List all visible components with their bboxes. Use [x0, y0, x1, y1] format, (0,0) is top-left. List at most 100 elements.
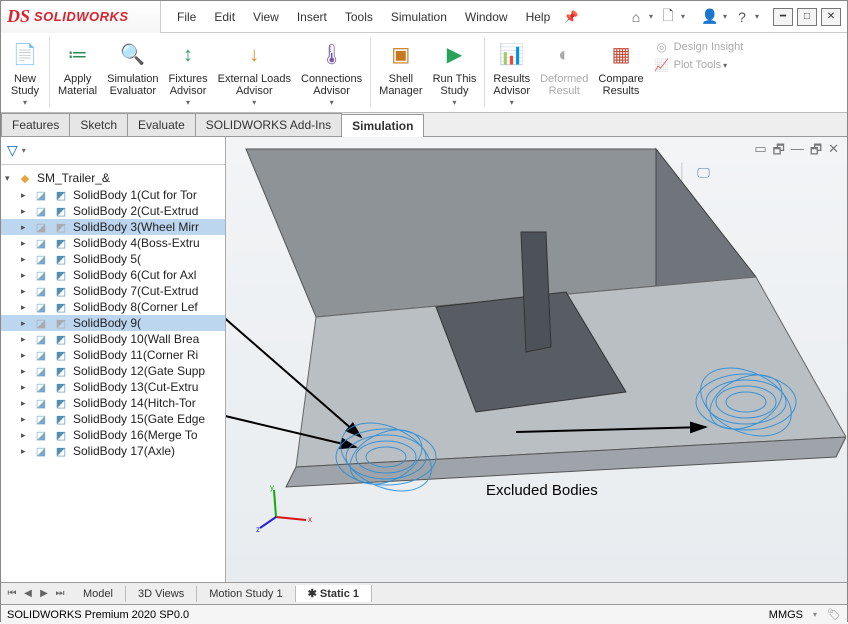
restore-button[interactable]: □ [797, 8, 817, 26]
tree-item[interactable]: ▸◪◩SolidBody 6(Cut for Axl [1, 267, 225, 283]
menu-edit[interactable]: Edit [206, 6, 243, 28]
tree-item[interactable]: ▸◪◩SolidBody 12(Gate Supp [1, 363, 225, 379]
minimize-button[interactable]: ━ [773, 8, 793, 26]
ext-loads-icon: ↓ [238, 39, 270, 71]
status-tag-icon[interactable]: 🏷 [827, 608, 841, 621]
tree-item[interactable]: ▸◪◩SolidBody 14(Hitch-Tor [1, 395, 225, 411]
home-icon[interactable]: ⌂ [625, 6, 647, 28]
tab-prev-icon[interactable]: ◀ [21, 588, 35, 599]
expand-icon[interactable]: ▸ [21, 286, 29, 297]
feature-tree: ▽ ▾ ▾ ◆ SM_Trailer_& ▸◪◩SolidBody 1(Cut … [1, 137, 226, 582]
tree-item[interactable]: ▸◪◩SolidBody 8(Corner Lef [1, 299, 225, 315]
tree-item[interactable]: ▸◪◩SolidBody 5( [1, 251, 225, 267]
expand-icon[interactable]: ▸ [21, 366, 29, 377]
tree-item[interactable]: ▸◪◩SolidBody 1(Cut for Tor [1, 187, 225, 203]
close-button[interactable]: ✕ [821, 8, 841, 26]
tab-simulation[interactable]: Simulation [341, 114, 424, 137]
design-insight-button: ◎ Design Insight [654, 39, 744, 55]
body-icon2: ◩ [53, 332, 69, 346]
menu-window[interactable]: Window [457, 6, 516, 28]
bottom-tab-3dviews[interactable]: 3D Views [126, 586, 197, 602]
logo-ds: DS [7, 6, 30, 27]
bottom-tabs: ⏮ ◀ ▶ ⏭ Model 3D Views Motion Study 1 ✱ … [1, 582, 847, 604]
compare-results-button[interactable]: ▦ Compare Results [594, 37, 647, 99]
user-icon[interactable]: 👤 [699, 6, 721, 28]
tree-item[interactable]: ▸◪◩SolidBody 4(Boss-Extru [1, 235, 225, 251]
svg-text:x: x [308, 515, 312, 524]
pin-icon[interactable]: 📌 [560, 6, 582, 28]
body-icon: ◪ [33, 396, 49, 410]
external-loads-button[interactable]: ↓ External Loads Advisor ▾ [214, 37, 295, 110]
tab-sketch[interactable]: Sketch [69, 113, 128, 136]
fixtures-advisor-button[interactable]: ↕ Fixtures Advisor ▾ [164, 37, 211, 110]
expand-icon[interactable]: ▸ [21, 350, 29, 361]
tree-item[interactable]: ▸◪◩SolidBody 10(Wall Brea [1, 331, 225, 347]
expand-icon[interactable]: ▾ [5, 173, 13, 184]
body-icon: ◪ [33, 364, 49, 378]
design-insight-icon: ◎ [654, 39, 670, 55]
expand-icon[interactable]: ▸ [21, 430, 29, 441]
expand-icon[interactable]: ▸ [21, 318, 29, 329]
plot-tools-icon: 📈 [654, 57, 670, 73]
units-label[interactable]: MMGS [769, 609, 803, 621]
tab-addins[interactable]: SOLIDWORKS Add-Ins [195, 113, 342, 136]
simulation-evaluator-button[interactable]: 🔍 Simulation Evaluator [103, 37, 162, 99]
tab-last-icon[interactable]: ⏭ [53, 588, 67, 599]
tree-item[interactable]: ▸◪◩SolidBody 17(Axle) [1, 443, 225, 459]
expand-icon[interactable]: ▸ [21, 382, 29, 393]
tree-item[interactable]: ▸◪◩SolidBody 3(Wheel Mirr [1, 219, 225, 235]
tree-item[interactable]: ▸◪◩SolidBody 2(Cut-Extrud [1, 203, 225, 219]
new-study-button[interactable]: 📄 New Study ▾ [5, 37, 45, 110]
expand-icon[interactable]: ▸ [21, 446, 29, 457]
expand-icon[interactable]: ▸ [21, 414, 29, 425]
tree-item[interactable]: ▸◪◩SolidBody 7(Cut-Extrud [1, 283, 225, 299]
expand-icon[interactable]: ▸ [21, 302, 29, 313]
tree-item[interactable]: ▸◪◩SolidBody 9( [1, 315, 225, 331]
menu-file[interactable]: File [169, 6, 204, 28]
results-advisor-button[interactable]: 📊 Results Advisor ▾ [489, 37, 534, 110]
funnel-icon[interactable]: ▽ [7, 142, 18, 159]
expand-icon[interactable]: ▸ [21, 334, 29, 345]
expand-icon[interactable]: ▸ [21, 238, 29, 249]
expand-icon[interactable]: ▸ [21, 190, 29, 201]
expand-icon[interactable]: ▸ [21, 254, 29, 265]
body-icon: ◪ [33, 204, 49, 218]
tree-item[interactable]: ▸◪◩SolidBody 13(Cut-Extru [1, 379, 225, 395]
tree-root[interactable]: ▾ ◆ SM_Trailer_& [1, 169, 225, 187]
apply-material-button[interactable]: ≔ Apply Material [54, 37, 101, 99]
tree-item-label: SolidBody 9( [73, 316, 141, 330]
tab-next-icon[interactable]: ▶ [37, 588, 51, 599]
expand-icon[interactable]: ▸ [21, 398, 29, 409]
menu-help[interactable]: Help [518, 6, 559, 28]
apply-material-icon: ≔ [62, 39, 94, 71]
shell-manager-button[interactable]: ▣ Shell Manager [375, 37, 426, 99]
expand-icon[interactable]: ▸ [21, 206, 29, 217]
tab-features[interactable]: Features [1, 113, 70, 136]
svg-text:z: z [256, 525, 260, 532]
bottom-tab-model[interactable]: Model [71, 586, 126, 602]
graphics-viewport[interactable]: ▭ 🗗 — 🗗 ✕ ⊕ 🔍 🔎 ◩ 🏠 ▦ ▣ ▤ │ ◯ │ ● ● │ 🖵 [226, 137, 847, 582]
menu-tools[interactable]: Tools [337, 6, 381, 28]
run-study-button[interactable]: ▶ Run This Study ▾ [429, 37, 481, 110]
tab-evaluate[interactable]: Evaluate [127, 113, 196, 136]
tree-item[interactable]: ▸◪◩SolidBody 15(Gate Edge [1, 411, 225, 427]
body-icon: ◪ [33, 348, 49, 362]
body-icon: ◪ [33, 220, 49, 234]
connections-advisor-button[interactable]: 🌡 Connections Advisor ▾ [297, 37, 366, 110]
help-icon[interactable]: ? [731, 6, 753, 28]
document-icon[interactable]: 🗋 [657, 6, 679, 28]
body-icon: ◪ [33, 252, 49, 266]
tree-item-label: SolidBody 11(Corner Ri [73, 348, 198, 362]
bottom-tab-static1[interactable]: ✱ Static 1 [296, 585, 372, 602]
tree-item[interactable]: ▸◪◩SolidBody 11(Corner Ri [1, 347, 225, 363]
menu-insert[interactable]: Insert [289, 6, 335, 28]
tree-item[interactable]: ▸◪◩SolidBody 16(Merge To [1, 427, 225, 443]
menu-view[interactable]: View [245, 6, 287, 28]
tab-first-icon[interactable]: ⏮ [5, 588, 19, 599]
expand-icon[interactable]: ▸ [21, 270, 29, 281]
tree-item-label: SolidBody 2(Cut-Extrud [73, 204, 198, 218]
expand-icon[interactable]: ▸ [21, 222, 29, 233]
svg-text:y: y [270, 483, 274, 492]
bottom-tab-motion[interactable]: Motion Study 1 [197, 586, 295, 602]
menu-simulation[interactable]: Simulation [383, 6, 455, 28]
